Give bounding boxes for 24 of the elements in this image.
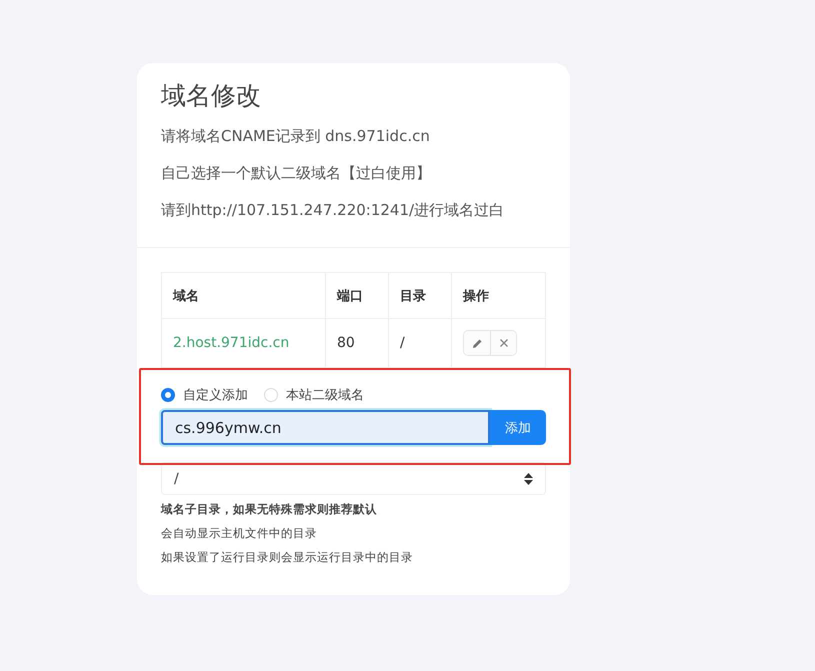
close-icon: [498, 338, 508, 348]
radio-label[interactable]: 本站二级域名: [286, 386, 364, 404]
directory-select[interactable]: /: [161, 462, 546, 495]
column-header: 目录: [388, 272, 452, 318]
table-cell: /: [388, 318, 452, 368]
radio-label[interactable]: 自定义添加: [183, 386, 248, 404]
add-button[interactable]: 添加: [490, 410, 546, 445]
radio-button[interactable]: [161, 388, 175, 402]
instruction-text: 请将域名CNAME记录到 dns.971idc.cn: [161, 126, 431, 147]
help-text: 域名子目录，如果无特殊需求则推荐默认: [161, 501, 378, 518]
card-title: 域名修改: [161, 80, 262, 112]
column-header: 操作: [452, 272, 546, 318]
instruction-text: 自己选择一个默认二级域名【过白使用】: [161, 163, 432, 184]
help-text: 会自动显示主机文件中的目录: [161, 525, 318, 542]
edit-button[interactable]: [464, 331, 490, 355]
pencil-icon: [472, 338, 482, 348]
sort-caret-icon: [524, 472, 533, 484]
domain-input[interactable]: cs.996ymw.cn: [161, 410, 490, 445]
help-text: 如果设置了运行目录则会显示运行目录中的目录: [161, 549, 414, 566]
delete-button[interactable]: [490, 331, 516, 355]
column-header: 域名: [162, 272, 326, 318]
instruction-text: 请到http://107.151.247.220:1241/进行域名过白: [161, 200, 506, 221]
table-cell: 80: [326, 318, 388, 368]
column-header: 端口: [326, 272, 388, 318]
